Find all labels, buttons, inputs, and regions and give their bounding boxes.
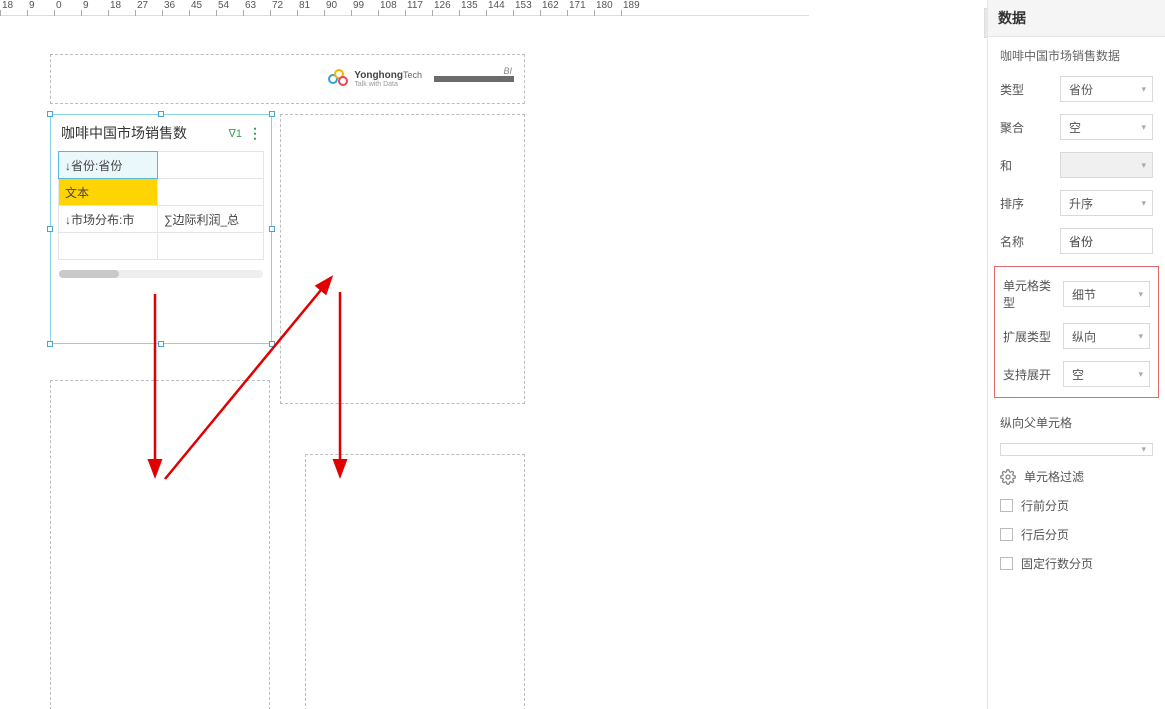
- data-grid[interactable]: ↓省份:省份 文本 ↓市场分布:市 ∑边际利润_总: [58, 151, 264, 260]
- v-parent-select[interactable]: ▾: [1000, 443, 1153, 456]
- resize-handle[interactable]: [269, 226, 275, 232]
- fixed-rows-label: 固定行数分页: [1021, 555, 1093, 572]
- support-expand-label: 支持展开: [1003, 366, 1059, 383]
- cell-filter-label[interactable]: 单元格过滤: [1024, 468, 1084, 485]
- cell-profit-sum[interactable]: ∑边际利润_总: [157, 206, 263, 233]
- chevron-down-icon: ▾: [1141, 84, 1146, 95]
- widget-title: 咖啡中国市场销售数: [61, 123, 187, 143]
- cell[interactable]: [59, 233, 158, 260]
- resize-handle[interactable]: [47, 341, 53, 347]
- resize-handle[interactable]: [47, 111, 53, 117]
- data-source-name: 咖啡中国市场销售数据: [1000, 47, 1153, 64]
- cell-type-select[interactable]: 细节▾: [1063, 281, 1150, 307]
- table-widget[interactable]: 咖啡中国市场销售数 ∇1 ⋮ ↓省份:省份 文本: [50, 114, 272, 344]
- page-before-checkbox[interactable]: [1000, 499, 1013, 512]
- sum-select: ▾: [1060, 152, 1153, 178]
- resize-handle[interactable]: [47, 226, 53, 232]
- sort-label: 排序: [1000, 195, 1056, 212]
- logo-brand: Yonghong: [354, 70, 403, 81]
- bi-bar: [434, 76, 514, 82]
- sort-select[interactable]: 升序▾: [1060, 190, 1153, 216]
- placeholder-region[interactable]: [280, 114, 525, 404]
- page-before-label: 行前分页: [1021, 497, 1069, 514]
- cell-market-header[interactable]: ↓市场分布:市: [59, 206, 158, 233]
- cell-text[interactable]: 文本: [59, 179, 158, 206]
- fixed-rows-checkbox[interactable]: [1000, 557, 1013, 570]
- agg-label: 聚合: [1000, 119, 1056, 136]
- cell-type-label: 单元格类型: [1003, 277, 1059, 311]
- data-panel: 数据 咖啡中国市场销售数据 类型 省份▾ 聚合 空▾ 和 ▾ 排序 升序▾ 名称…: [987, 0, 1165, 709]
- logo-icon: [328, 69, 348, 89]
- expand-type-label: 扩展类型: [1003, 328, 1059, 345]
- resize-handle[interactable]: [269, 341, 275, 347]
- cell[interactable]: [157, 152, 263, 179]
- widget-menu-icon[interactable]: ⋮: [248, 125, 261, 142]
- horizontal-scrollbar[interactable]: [59, 270, 263, 278]
- resize-handle[interactable]: [269, 111, 275, 117]
- chevron-down-icon: ▾: [1138, 369, 1143, 380]
- sum-label: 和: [1000, 157, 1056, 174]
- placeholder-region[interactable]: [50, 380, 270, 709]
- logo-suffix: Tech: [403, 70, 422, 80]
- cell[interactable]: [157, 233, 263, 260]
- name-input[interactable]: 省份: [1060, 228, 1153, 254]
- resize-handle[interactable]: [158, 341, 164, 347]
- logo: YonghongTech Talk with Data: [328, 69, 514, 89]
- chevron-down-icon: ▾: [1141, 198, 1146, 209]
- type-select[interactable]: 省份▾: [1060, 76, 1153, 102]
- logo-tagline: Talk with Data: [354, 81, 422, 88]
- cell-province-header[interactable]: ↓省份:省份: [59, 152, 158, 179]
- chevron-down-icon: ▾: [1138, 289, 1143, 300]
- chevron-down-icon: ▾: [1141, 444, 1146, 455]
- placeholder-region[interactable]: [305, 454, 525, 709]
- name-label: 名称: [1000, 233, 1056, 250]
- header-region[interactable]: YonghongTech Talk with Data: [50, 54, 525, 104]
- highlighted-settings-group: 单元格类型 细节▾ 扩展类型 纵向▾ 支持展开 空▾: [994, 266, 1159, 398]
- chevron-down-icon: ▾: [1138, 331, 1143, 342]
- agg-select[interactable]: 空▾: [1060, 114, 1153, 140]
- gear-icon[interactable]: [1000, 469, 1016, 485]
- support-expand-select[interactable]: 空▾: [1063, 361, 1150, 387]
- chevron-down-icon: ▾: [1141, 160, 1146, 171]
- page-after-label: 行后分页: [1021, 526, 1069, 543]
- expand-type-select[interactable]: 纵向▾: [1063, 323, 1150, 349]
- type-label: 类型: [1000, 81, 1056, 98]
- chevron-down-icon: ▾: [1141, 122, 1146, 133]
- cell[interactable]: [157, 179, 263, 206]
- filter-icon[interactable]: ∇1: [229, 127, 242, 140]
- resize-handle[interactable]: [158, 111, 164, 117]
- page-after-checkbox[interactable]: [1000, 528, 1013, 541]
- v-parent-label: 纵向父单元格: [1000, 414, 1153, 431]
- report-page: YonghongTech Talk with Data: [50, 54, 540, 709]
- panel-title: 数据: [988, 0, 1165, 37]
- horizontal-ruler: 1890918273645546372819099108117126135144…: [0, 0, 809, 16]
